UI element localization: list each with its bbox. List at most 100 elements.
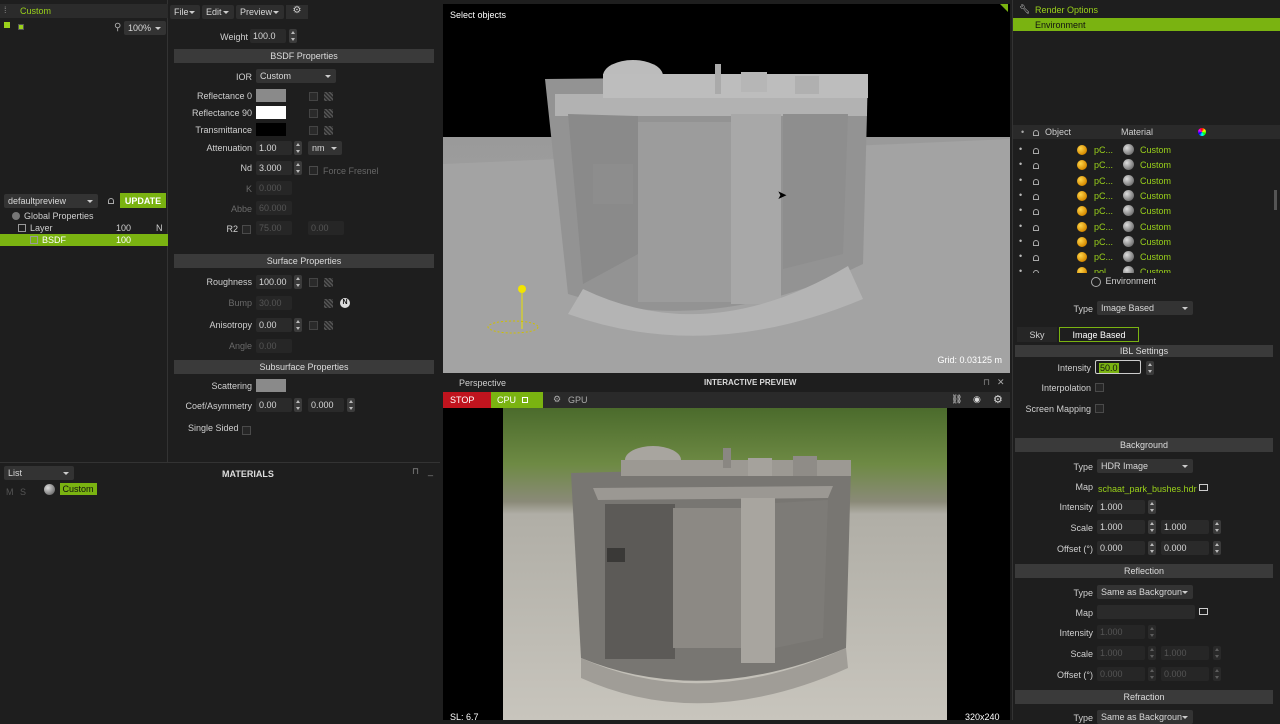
viewport-corner-icon[interactable] bbox=[1000, 4, 1008, 12]
ior-select[interactable]: Custom bbox=[256, 69, 336, 83]
coef-input-1[interactable]: 0.00 bbox=[256, 398, 292, 412]
material-column-header[interactable]: Material bbox=[1121, 127, 1153, 137]
object-table-scrollbar[interactable] bbox=[1274, 190, 1277, 210]
reflectance0-check[interactable] bbox=[309, 92, 318, 101]
bg-scale-input-2[interactable]: 1.000 bbox=[1161, 520, 1209, 534]
update-button[interactable]: UPDATE bbox=[120, 193, 166, 208]
bg-offset-input-2[interactable]: 0.000 bbox=[1161, 541, 1209, 555]
object-material[interactable]: Custom bbox=[1140, 267, 1171, 273]
row-lock-icon[interactable] bbox=[1033, 253, 1039, 263]
interpolation-checkbox[interactable] bbox=[1095, 383, 1104, 392]
anisotropy-spinner[interactable] bbox=[294, 318, 302, 332]
visibility-dot-icon[interactable]: • bbox=[1019, 144, 1022, 154]
reflectance90-swatch[interactable] bbox=[256, 106, 286, 119]
bg-map-folder-icon[interactable] bbox=[1199, 484, 1208, 491]
environment-tab[interactable]: Environment bbox=[1013, 18, 1280, 31]
tab-image-based[interactable]: Image Based bbox=[1059, 327, 1139, 342]
coef-spinner-2[interactable] bbox=[347, 398, 355, 412]
row-lock-icon[interactable] bbox=[1033, 177, 1039, 187]
cpu-toggle[interactable]: CPU bbox=[491, 392, 543, 408]
reflectance0-texture-icon[interactable] bbox=[324, 92, 333, 101]
reflectance90-texture-icon[interactable] bbox=[324, 109, 333, 118]
node-icon-2[interactable] bbox=[18, 24, 24, 30]
anisotropy-input[interactable]: 0.00 bbox=[256, 318, 292, 332]
object-material[interactable]: Custom bbox=[1140, 176, 1171, 186]
coef-input-2[interactable]: 0.000 bbox=[308, 398, 344, 412]
object-row[interactable]: • pC... Custom bbox=[1013, 220, 1273, 234]
object-material[interactable]: Custom bbox=[1140, 206, 1171, 216]
viewport-3d[interactable]: Select objects Grid: 0.03125 m ➤ bbox=[443, 4, 1010, 373]
layer-row[interactable]: Global Properties bbox=[0, 210, 168, 222]
preview-menu[interactable]: Preview bbox=[236, 5, 284, 19]
row-lock-icon[interactable] bbox=[1033, 223, 1039, 233]
zoom-select[interactable]: 100% bbox=[124, 21, 166, 35]
bg-offset-spinner-2[interactable] bbox=[1213, 541, 1221, 555]
object-row[interactable]: • pC... Custom bbox=[1013, 174, 1273, 188]
preview-close-icon[interactable]: ✕ bbox=[997, 377, 1005, 388]
link-icon[interactable]: ⛓ bbox=[951, 394, 962, 405]
refr-type-select[interactable]: Same as Backgroun bbox=[1097, 710, 1193, 724]
node-icon[interactable] bbox=[4, 22, 10, 28]
visibility-dot-icon[interactable]: • bbox=[1019, 205, 1022, 215]
object-row[interactable]: • pC... Custom bbox=[1013, 158, 1273, 172]
visibility-dot-icon[interactable]: • bbox=[1019, 221, 1022, 231]
object-row[interactable]: • pC... Custom bbox=[1013, 204, 1273, 218]
r2-checkbox[interactable] bbox=[242, 225, 251, 234]
camera-icon[interactable]: ◉ bbox=[973, 394, 981, 405]
row-lock-icon[interactable] bbox=[1033, 207, 1039, 217]
visibility-dot-icon[interactable]: • bbox=[1019, 175, 1022, 185]
refl-type-select[interactable]: Same as Backgroun bbox=[1097, 585, 1193, 599]
object-row[interactable]: • pC... Custom bbox=[1013, 143, 1273, 157]
visibility-dot-icon[interactable]: • bbox=[1019, 251, 1022, 261]
preview-pin-icon[interactable]: ⊓ bbox=[983, 377, 990, 388]
roughness-texture-icon[interactable] bbox=[324, 278, 333, 287]
nd-spinner[interactable] bbox=[294, 161, 302, 175]
gpu-label[interactable]: GPU bbox=[568, 395, 588, 405]
object-row[interactable]: • pC... Custom bbox=[1013, 250, 1273, 264]
object-material[interactable]: Custom bbox=[1140, 145, 1171, 155]
object-material[interactable]: Custom bbox=[1140, 222, 1171, 232]
file-menu[interactable]: File bbox=[170, 5, 200, 19]
anisotropy-texture-icon[interactable] bbox=[324, 321, 333, 330]
tab-sky[interactable]: Sky bbox=[1017, 327, 1057, 342]
preview-settings-icon[interactable]: ⚙ bbox=[993, 393, 1003, 406]
anisotropy-check[interactable] bbox=[309, 321, 318, 330]
screen-mapping-checkbox[interactable] bbox=[1095, 404, 1104, 413]
bump-texture-icon[interactable] bbox=[324, 299, 333, 308]
edit-menu[interactable]: Edit bbox=[202, 5, 234, 19]
object-row[interactable]: • pol... Custom bbox=[1013, 265, 1273, 273]
materials-minimize-icon[interactable]: _ bbox=[428, 466, 433, 476]
settings-gear-icon[interactable]: ⚙ bbox=[286, 5, 308, 19]
weight-spinner[interactable] bbox=[289, 29, 297, 43]
material-item[interactable]: Custom bbox=[44, 483, 97, 498]
scattering-swatch[interactable] bbox=[256, 379, 286, 392]
bg-intensity-spinner[interactable] bbox=[1148, 500, 1156, 514]
gpu-chip-icon[interactable]: ⚙ bbox=[553, 394, 561, 405]
reflectance0-swatch[interactable] bbox=[256, 89, 286, 102]
object-row[interactable]: • pC... Custom bbox=[1013, 235, 1273, 249]
camera-label[interactable]: Perspective bbox=[459, 378, 506, 388]
row-lock-icon[interactable] bbox=[1033, 268, 1039, 273]
single-sided-checkbox[interactable] bbox=[242, 426, 251, 435]
nd-input[interactable]: 3.000 bbox=[256, 161, 292, 175]
object-material[interactable]: Custom bbox=[1140, 237, 1171, 247]
reflectance90-check[interactable] bbox=[309, 109, 318, 118]
visibility-dot-icon[interactable]: • bbox=[1019, 159, 1022, 169]
transmittance-texture-icon[interactable] bbox=[324, 126, 333, 135]
object-row[interactable]: • pC... Custom bbox=[1013, 189, 1273, 203]
attenuation-input[interactable]: 1.00 bbox=[256, 141, 292, 155]
normal-map-icon[interactable]: N bbox=[340, 298, 350, 308]
attenuation-spinner[interactable] bbox=[294, 141, 302, 155]
transmittance-check[interactable] bbox=[309, 126, 318, 135]
refl-map-field[interactable] bbox=[1097, 605, 1195, 619]
layer-row[interactable]: Layer 100 N bbox=[0, 222, 168, 234]
layer-row[interactable]: BSDF 100 bbox=[0, 234, 168, 246]
color-picker-icon[interactable] bbox=[1198, 128, 1206, 136]
intensity-input[interactable]: 50.0 bbox=[1095, 360, 1141, 374]
force-fresnel-checkbox[interactable] bbox=[309, 166, 318, 175]
transmittance-swatch[interactable] bbox=[256, 123, 286, 136]
roughness-check[interactable] bbox=[309, 278, 318, 287]
row-lock-icon[interactable] bbox=[1033, 146, 1039, 156]
bg-offset-input-1[interactable]: 0.000 bbox=[1097, 541, 1145, 555]
stop-button[interactable]: STOP bbox=[443, 392, 491, 413]
